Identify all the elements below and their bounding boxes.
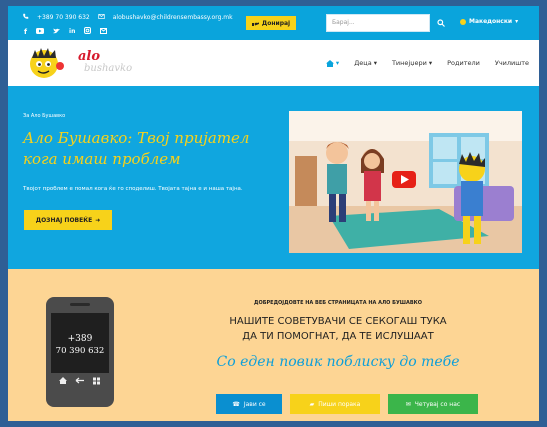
nav-item-children[interactable]: Деца ▾ xyxy=(354,59,377,67)
chat-icon: ✉ xyxy=(405,400,411,408)
flag-icon xyxy=(460,18,466,25)
mascot-logo-icon xyxy=(30,48,64,78)
phone-screen-number: 70 390 632 xyxy=(56,346,105,356)
chevron-down-icon: ▾ xyxy=(428,59,433,67)
youtube-icon[interactable] xyxy=(36,27,45,36)
donate-icon xyxy=(251,22,259,26)
browser-viewport: +389 70 390 632 alobushavko@childrensemb… xyxy=(8,6,539,421)
nav-item-label: Тинејџери xyxy=(391,59,427,67)
arrow-right-icon: ➜ xyxy=(95,216,101,224)
hero-title: Ало Бушавко: Твој пријател кога имаш про… xyxy=(23,129,250,168)
phone-icon: ☎ xyxy=(232,400,240,408)
call-label: Јави се xyxy=(243,400,266,408)
learn-more-label: ДОЗНАЈ ПОВЕЌЕ xyxy=(35,216,93,224)
donate-label: Донирај xyxy=(261,19,291,27)
email-icon xyxy=(98,13,105,22)
breadcrumb: За Ало Бушавко xyxy=(23,113,66,119)
language-selector[interactable]: Македонски ▾ xyxy=(460,18,518,25)
social-icons: f in xyxy=(24,27,108,36)
mobile-phone-illustration: +389 70 390 632 xyxy=(46,297,114,407)
nav-item-school[interactable]: Училиште xyxy=(495,59,529,67)
nav-item-parents[interactable]: Родители xyxy=(447,59,480,67)
hero-section: За Ало Бушавко Ало Бушавко: Твој пријате… xyxy=(8,86,539,269)
site-logo[interactable]: alo bushavko xyxy=(26,46,133,80)
linkedin-icon[interactable]: in xyxy=(69,28,75,35)
phone-screen-prefix: +389 xyxy=(68,334,93,344)
search-input[interactable]: Барај... xyxy=(326,14,430,32)
mail-icon[interactable] xyxy=(100,27,108,36)
chat-button[interactable]: ✉ Четувај со нас xyxy=(388,394,478,414)
phone-icon xyxy=(22,13,29,22)
chevron-down-icon: ▾ xyxy=(373,59,377,67)
chevron-down-icon: ▾ xyxy=(515,18,519,25)
phone-link[interactable]: +389 70 390 632 xyxy=(37,14,90,21)
welcome-kicker: ДОБРЕДОЈДОВТЕ НА ВЕБ СТРАНИЦАТА НА АЛО Б… xyxy=(254,300,422,306)
hero-subtitle: Твојот проблем е помал кога ќе го сподел… xyxy=(23,186,243,192)
video-thumbnail[interactable] xyxy=(289,111,522,253)
write-message-button[interactable]: ▰ Пиши порака xyxy=(290,394,380,414)
instagram-icon[interactable] xyxy=(84,27,92,36)
home-menu[interactable]: ▾ xyxy=(325,59,340,67)
learn-more-button[interactable]: ДОЗНАЈ ПОВЕЌЕ ➜ xyxy=(24,210,112,230)
nav-item-teenagers[interactable]: Тинејџери ▾ xyxy=(392,59,432,67)
folder-icon: ▰ xyxy=(309,400,315,408)
search-icon xyxy=(437,19,445,27)
logo-text-bushavko: bushavko xyxy=(84,63,133,74)
donate-button[interactable]: Донирај xyxy=(246,16,296,30)
search-placeholder: Барај... xyxy=(332,19,355,26)
home-icon xyxy=(325,59,334,67)
nav-item-label: Училиште xyxy=(494,59,529,67)
main-navigation: alo bushavko ▾ Деца ▾ Тинејџери ▾ Родители… xyxy=(8,40,539,86)
email-link[interactable]: alobushavko@childrensembassy.org.mk xyxy=(113,14,233,21)
language-label: Македонски xyxy=(469,18,513,25)
contact-row: +389 70 390 632 alobushavko@childrensemb… xyxy=(22,13,233,22)
top-bar: +389 70 390 632 alobushavko@childrensemb… xyxy=(8,6,539,40)
search-button[interactable] xyxy=(432,14,450,32)
facebook-icon[interactable]: f xyxy=(24,28,27,36)
chevron-down-icon: ▾ xyxy=(335,59,340,67)
nav-item-label: Родители xyxy=(447,59,480,67)
write-label: Пиши порака xyxy=(318,400,361,408)
twitter-icon[interactable] xyxy=(53,28,61,36)
chat-label: Четувај со нас xyxy=(414,400,461,408)
welcome-section: +389 70 390 632 ДОБРЕДОЈДОВТЕ НА ВЕБ СТР… xyxy=(8,269,539,421)
call-button[interactable]: ☎ Јави се xyxy=(216,394,282,414)
nav-menu: ▾ Деца ▾ Тинејџери ▾ Родители Училиште xyxy=(325,59,529,67)
welcome-line-1: НАШИТЕ СОВЕТУВАЧИ СЕ СЕКОГАШ ТУКА xyxy=(229,316,447,327)
logo-text-alo: alo xyxy=(78,49,101,64)
nav-item-label: Деца xyxy=(354,59,372,67)
welcome-slogan: Со еден повик поблиску до тебе xyxy=(216,354,460,370)
welcome-line-2: ДА ТИ ПОМОГНАТ, ДА ТЕ ИСЛУШААТ xyxy=(242,331,434,342)
